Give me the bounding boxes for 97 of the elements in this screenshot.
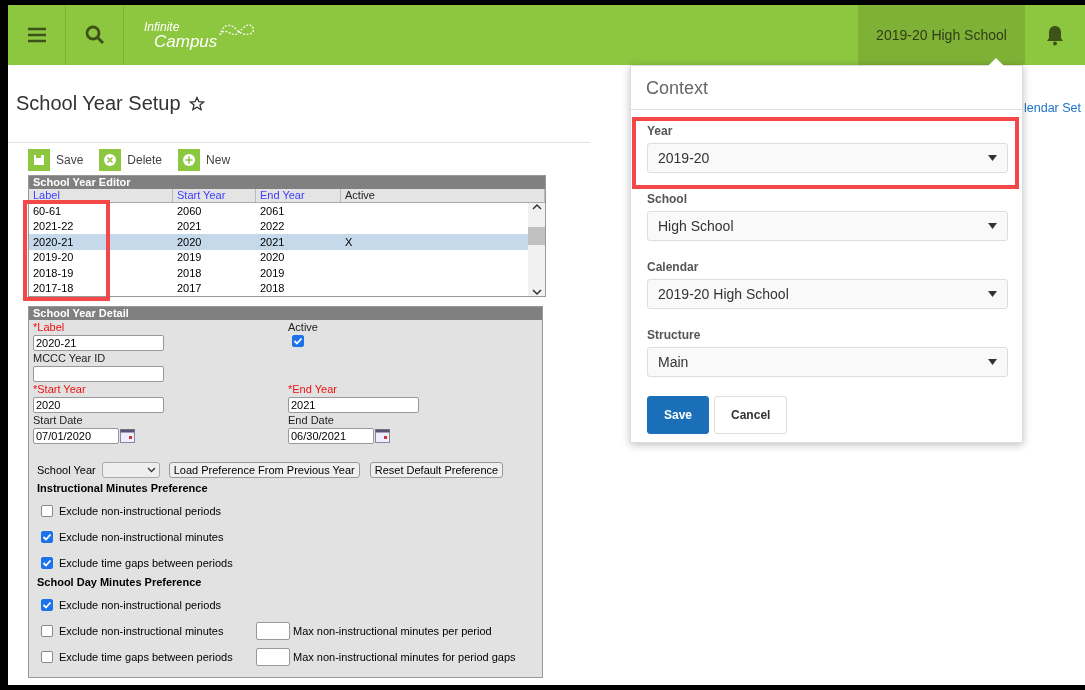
cancel-button[interactable]: Cancel — [714, 396, 788, 434]
column-header[interactable]: Start Year — [173, 189, 256, 202]
caret-icon — [988, 223, 997, 229]
text-field[interactable]: 2020 — [33, 397, 164, 413]
text-field[interactable]: 2021 — [288, 397, 419, 413]
menu-icon — [26, 27, 47, 43]
field-label: Year — [647, 124, 674, 138]
checkbox[interactable] — [41, 505, 53, 517]
table-cell-text: 2017-18 — [32, 282, 75, 295]
table-cell-text: 2020 — [259, 251, 286, 264]
calendar-setup-link[interactable]: lendar Set — [1024, 101, 1081, 115]
save-button[interactable]: Save — [647, 396, 710, 434]
minutes-field[interactable] — [256, 648, 290, 666]
date-field[interactable]: 06/30/2021 — [288, 428, 374, 444]
checkbox[interactable] — [41, 651, 53, 663]
plus-icon — [178, 149, 201, 171]
table-cell-text: 2020 — [176, 235, 203, 248]
table-cell-text: 2022 — [259, 220, 286, 233]
toolbar-button[interactable]: Save — [28, 149, 84, 171]
table-cell-text: 2060 — [176, 204, 203, 217]
checkbox[interactable] — [41, 625, 53, 637]
field-label: School Year — [37, 464, 96, 476]
checkbox-label: Exclude non-instructional minutes — [59, 625, 225, 637]
calendar-icon[interactable] — [375, 429, 390, 443]
popover-title: Context — [631, 66, 1022, 110]
checkbox-label: Exclude non-instructional periods — [59, 599, 223, 611]
checkbox[interactable] — [41, 531, 53, 543]
checkbox[interactable] — [292, 335, 304, 347]
logo-text: Campus — [154, 32, 218, 50]
table-cell-text: 2020-21 — [32, 235, 75, 248]
table-cell-text: 2018-19 — [32, 266, 75, 279]
scroll-down-icon[interactable] — [531, 288, 542, 296]
checkbox-label: Exclude non-instructional minutes — [59, 531, 225, 543]
column-header[interactable]: Label — [29, 189, 173, 202]
search-icon — [84, 25, 105, 45]
panel-header: School Year Detail — [29, 307, 542, 320]
checkbox[interactable] — [41, 557, 53, 569]
checkbox-label: Exclude non-instructional periods — [59, 505, 223, 517]
date-field[interactable]: 07/01/2020 — [33, 428, 119, 444]
select-field[interactable]: Main — [647, 347, 1008, 377]
delete-icon — [99, 149, 122, 171]
panel-header: School Year Editor — [29, 176, 545, 189]
scrollbar[interactable] — [528, 203, 545, 296]
toolbar-button[interactable]: New — [178, 149, 231, 171]
field-label: Max non-instructional minutes per period — [293, 625, 492, 637]
scrollbar-thumb[interactable] — [528, 226, 545, 245]
caret-icon — [988, 359, 997, 365]
table-cell-text: 2018 — [176, 266, 203, 279]
select-field[interactable]: 2019-20 High School — [647, 279, 1008, 309]
table-row[interactable]: 2020-21 2020 2021 X — [29, 234, 528, 250]
table-cell-text: 2019 — [176, 251, 203, 264]
page-title: School Year Setup — [16, 92, 181, 115]
checkbox-label: Exclude time gaps between periods — [59, 557, 234, 569]
preference-button[interactable]: Load Preference From Previous Year — [168, 462, 360, 478]
field-label: Start Date — [33, 413, 84, 428]
table-cell-text: 2021 — [176, 220, 203, 233]
text-field[interactable] — [33, 366, 164, 382]
field-label: *End Year — [288, 382, 338, 397]
star-icon[interactable] — [188, 95, 205, 112]
caret-icon — [988, 291, 997, 297]
field-label: MCCC Year ID — [33, 351, 107, 366]
context-button[interactable]: 2019-20 High School — [858, 5, 1025, 65]
table-cell-text: X — [344, 235, 354, 248]
table-cell-text: 2017 — [176, 282, 203, 295]
chevron-down-icon — [146, 467, 156, 473]
column-header: Active — [341, 189, 545, 202]
caret-icon — [988, 155, 997, 161]
field-label: *Label — [33, 320, 66, 335]
field-label: Active — [288, 320, 319, 335]
scroll-up-icon[interactable] — [531, 203, 542, 211]
table-cell-text: 2019 — [259, 266, 286, 279]
field-label: End Date — [288, 413, 335, 428]
field-label: *Start Year — [33, 382, 87, 397]
select-field[interactable]: High School — [647, 211, 1008, 241]
field-label: Structure — [647, 328, 702, 342]
table-cell-text: 2021-22 — [32, 220, 75, 233]
save-icon — [28, 149, 50, 171]
checkbox-label: Exclude time gaps between periods — [59, 651, 234, 663]
table-cell-text: 2018 — [259, 282, 286, 295]
preference-button[interactable]: Reset Default Preference — [369, 462, 504, 478]
logo-text: Infinite — [144, 20, 181, 33]
table-cell-text: 2021 — [259, 235, 286, 248]
text-field[interactable]: 2020-21 — [33, 335, 164, 351]
section-title: School Day Minutes Preference — [36, 576, 203, 588]
calendar-icon[interactable] — [120, 429, 135, 443]
field-label: Calendar — [647, 260, 700, 274]
select-field[interactable]: 2019-20 — [647, 143, 1008, 173]
field-label: Max non-instructional minutes for period gaps — [293, 651, 516, 663]
table-cell-text: 2061 — [259, 204, 286, 217]
toolbar-button[interactable]: Delete — [99, 149, 163, 171]
column-header[interactable]: End Year — [256, 189, 341, 202]
table-cell-text: 60-61 — [32, 204, 63, 217]
minutes-field[interactable] — [256, 622, 290, 640]
section-title: Instructional Minutes Preference — [36, 482, 209, 494]
field-label: School — [647, 192, 688, 206]
checkbox[interactable] — [41, 599, 53, 611]
table-cell-text: 2019-20 — [32, 251, 75, 264]
